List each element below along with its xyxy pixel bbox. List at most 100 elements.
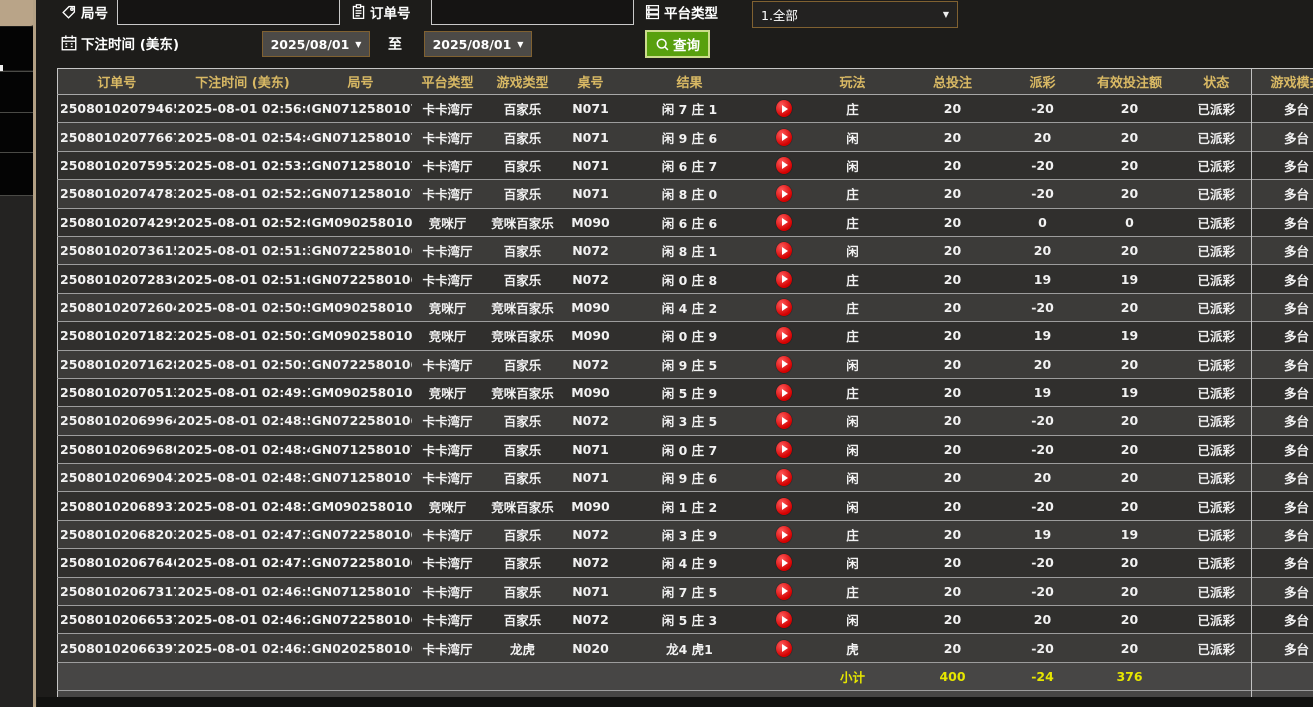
cell-bet-time: 2025-08-01 02:50:19: [175, 321, 310, 351]
cell-bet-type: 闲: [807, 491, 898, 521]
cell-order-no: 250801020696800: [57, 434, 176, 464]
cell-replay: [759, 264, 808, 294]
cell-round-no: GM0902580104Q: [309, 377, 412, 407]
game-no-label-text: 局号: [81, 6, 108, 22]
cell-game-mode: 多台: [1251, 235, 1313, 265]
cell-order-no: 250801020689317: [57, 491, 176, 521]
cell-bet-type: 闲: [807, 150, 898, 180]
platform-type-select[interactable]: 1.全部 ▼: [752, 1, 958, 28]
cell-game-mode: 多台: [1251, 349, 1313, 379]
play-replay-icon[interactable]: [775, 412, 792, 430]
cell-status: 已派彩: [1181, 235, 1252, 265]
col-header-total-bet: 总投注: [897, 68, 1008, 95]
cell-bet-time: 2025-08-01 02:50:52: [175, 292, 310, 322]
cell-game-type: 竞咪百家乐: [483, 491, 562, 521]
play-replay-icon[interactable]: [775, 156, 792, 174]
game-no-input[interactable]: [117, 0, 340, 25]
cell-order-no: 250801020776675: [57, 122, 176, 152]
cell-result: 闲 4 庄 9: [619, 548, 760, 578]
play-replay-icon[interactable]: [775, 185, 792, 203]
cell-status: 已派彩: [1181, 463, 1252, 492]
cell-bet-time: 2025-08-01 02:53:20: [175, 150, 310, 180]
play-replay-icon[interactable]: [775, 384, 792, 402]
play-replay-icon[interactable]: [775, 497, 792, 515]
bottom-strip: [37, 697, 1313, 707]
col-header-payout: 派彩: [1007, 68, 1078, 95]
cell-result: 闲 4 庄 2: [619, 292, 760, 322]
play-replay-icon[interactable]: [775, 611, 792, 629]
play-replay-icon[interactable]: [775, 440, 792, 458]
cell-bet-time: 2025-08-01 02:50:10: [175, 349, 310, 379]
cell-result: 闲 8 庄 0: [619, 179, 760, 209]
date-from-picker[interactable]: 2025/08/01 ▼: [262, 31, 370, 57]
cell-total-bet: 20: [897, 491, 1008, 521]
table-row: 2508010207361582025-08-01 02:51:36GN0722…: [57, 235, 1313, 265]
subtotal-row: 小计 400 -24 376: [57, 661, 1313, 691]
play-replay-icon[interactable]: [775, 213, 792, 231]
cell-bet-type: 庄: [807, 207, 898, 237]
cell-total-bet: 20: [897, 633, 1008, 663]
chevron-down-icon: ▼: [942, 10, 949, 19]
cell-table-no: N072: [561, 605, 620, 634]
order-no-input[interactable]: [431, 0, 634, 25]
sidebar-menu-item[interactable]: [0, 152, 33, 195]
col-header-game-mode: 游戏模式: [1251, 68, 1313, 95]
cell-game-type: 百家乐: [483, 122, 562, 152]
cell-status: 已派彩: [1181, 519, 1252, 549]
cell-status: 已派彩: [1181, 576, 1252, 606]
table-row: 2508010206820372025-08-01 02:47:38GN0722…: [57, 519, 1313, 549]
cell-empty: [1251, 661, 1313, 691]
play-replay-icon[interactable]: [775, 582, 792, 600]
cell-game-type: 百家乐: [483, 235, 562, 265]
cell-order-no: 250801020673177: [57, 576, 176, 606]
cell-status: 已派彩: [1181, 605, 1252, 634]
date-to-picker[interactable]: 2025/08/01 ▼: [424, 31, 532, 57]
play-replay-icon[interactable]: [775, 270, 792, 288]
play-replay-icon[interactable]: [775, 639, 792, 657]
cell-valid-bet: 20: [1077, 605, 1182, 634]
play-replay-icon[interactable]: [775, 554, 792, 572]
play-replay-icon[interactable]: [775, 327, 792, 345]
orders-table: 订单号 下注时间 (美东) 局号 平台类型 游戏类型 桌号 结果 玩法 总投注 …: [57, 68, 1313, 707]
cell-platform: 卡卡湾厅: [411, 179, 484, 209]
query-button[interactable]: 查询: [645, 30, 710, 58]
cell-platform: 卡卡湾厅: [411, 576, 484, 606]
cell-result: 闲 1 庄 2: [619, 491, 760, 521]
table-row: 2508010206893172025-08-01 02:48:10GM0902…: [57, 491, 1313, 521]
play-replay-icon[interactable]: [775, 100, 792, 118]
cell-game-mode: 多台: [1251, 122, 1313, 152]
cell-game-mode: 多台: [1251, 519, 1313, 549]
cell-valid-bet: 20: [1077, 93, 1182, 123]
play-replay-icon[interactable]: [775, 526, 792, 544]
cell-payout: -20: [1007, 491, 1078, 521]
cell-game-mode: 多台: [1251, 633, 1313, 663]
cell-total-bet: 20: [897, 292, 1008, 322]
cell-table-no: N072: [561, 519, 620, 549]
cell-bet-time: 2025-08-01 02:47:10: [175, 548, 310, 578]
cell-order-no: 250801020690419: [57, 463, 176, 492]
cell-payout: 20: [1007, 605, 1078, 634]
cell-order-no: 250801020705131: [57, 377, 176, 407]
cell-game-type: 百家乐: [483, 548, 562, 578]
play-replay-icon[interactable]: [775, 355, 792, 373]
cell-valid-bet: 20: [1077, 463, 1182, 492]
cell-order-no: 250801020718232: [57, 321, 176, 351]
calendar-icon: [61, 35, 77, 51]
sidebar-menu-item[interactable]: [0, 27, 33, 81]
play-replay-icon[interactable]: [775, 128, 792, 146]
cell-bet-time: 2025-08-01 02:51:03: [175, 264, 310, 294]
cell-payout: 20: [1007, 463, 1078, 492]
play-replay-icon[interactable]: [775, 298, 792, 316]
cell-order-no: 250801020742995: [57, 207, 176, 237]
sidebar-menu-item[interactable]: [0, 112, 33, 152]
sidebar-menu-item[interactable]: [0, 71, 33, 112]
cell-replay: [759, 150, 808, 180]
cell-total-bet: 20: [897, 406, 1008, 436]
cell-bet-type: 庄: [807, 264, 898, 294]
play-replay-icon[interactable]: [775, 469, 792, 487]
cell-result: 闲 0 庄 8: [619, 264, 760, 294]
cell-platform: 卡卡湾厅: [411, 605, 484, 634]
cell-round-no: GM0902580104R: [309, 321, 412, 351]
play-replay-icon[interactable]: [775, 242, 792, 260]
cell-round-no: GN0712580107O: [309, 122, 412, 152]
